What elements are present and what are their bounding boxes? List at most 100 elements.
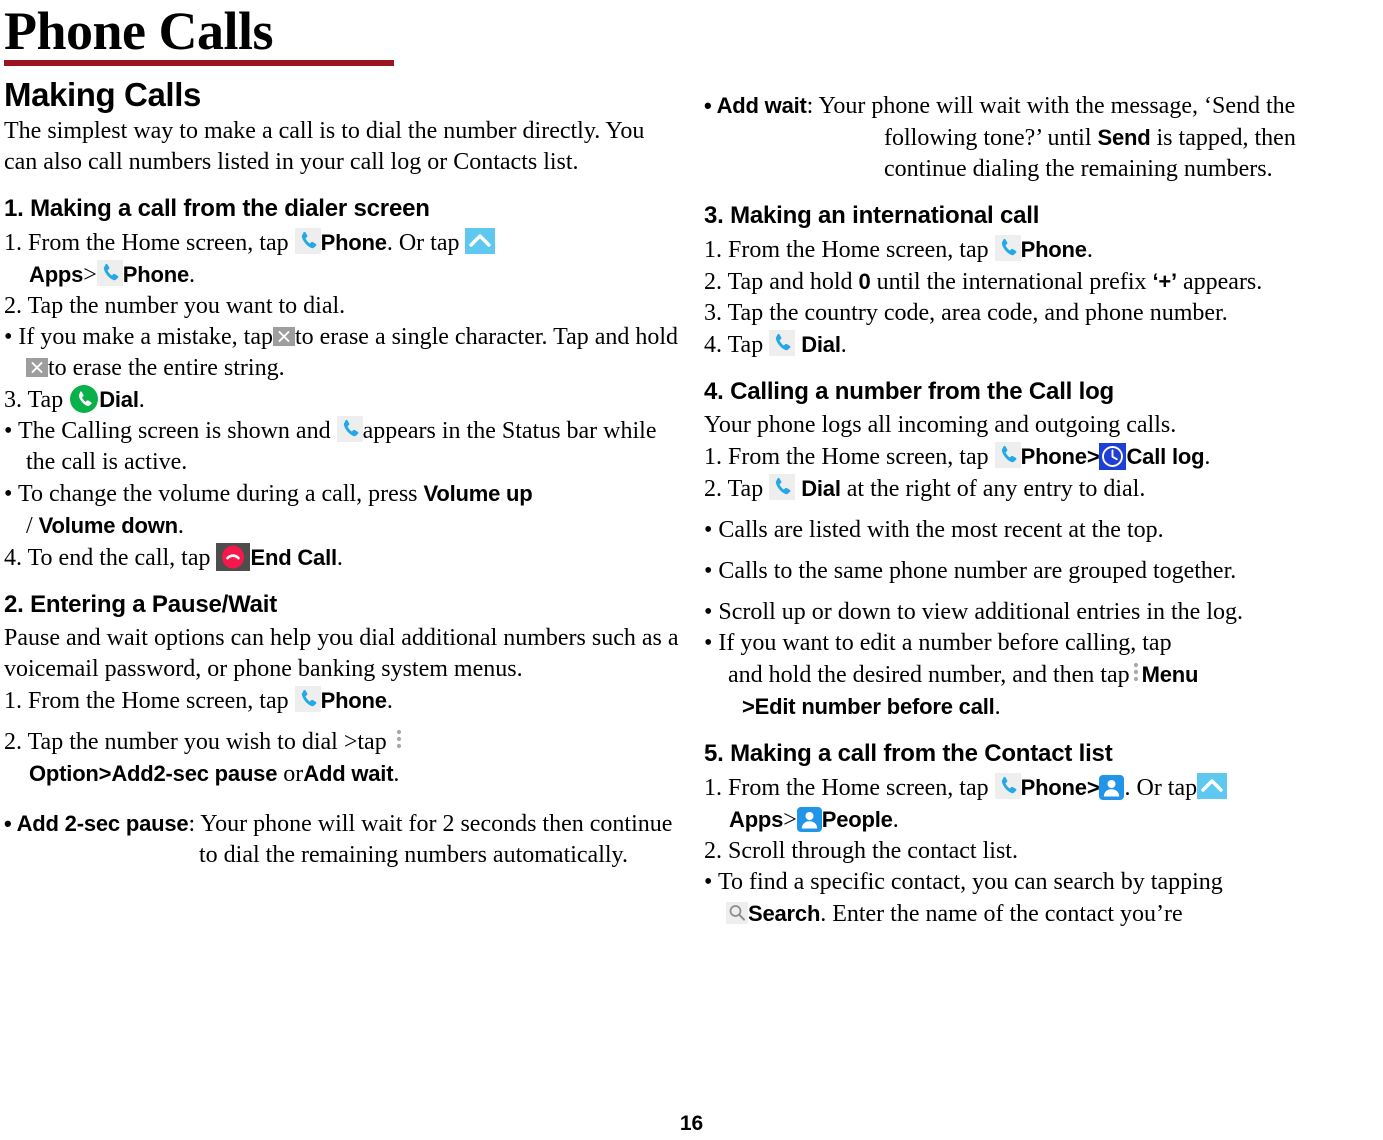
step4-item1-period: . [1204,444,1211,470]
option-label[interactable]: Option [29,761,99,786]
step4-intro: Your phone logs all incoming and outgoin… [704,412,1177,438]
step1-item1-phone-label[interactable]: Phone [321,230,387,255]
call-log-clock-icon[interactable] [1099,443,1127,470]
step4-bullet-4: • If you want to edit a number before ca… [704,628,1377,659]
people-contact-icon[interactable] [1099,775,1125,800]
step3-item4-dial-label[interactable]: Dial [801,332,841,357]
phone-handset-icon [769,330,796,356]
step4-bullet4-period: . [994,694,1001,720]
step4-item2-dial-label[interactable]: Dial [801,476,841,501]
step1-bullet-1: • If you make a mistake, tap to erase a … [4,322,680,384]
bullet-add-2-sec-pause-text: : Your phone will wait for 2 seconds the… [188,811,673,868]
search-magnifier-icon[interactable] [726,902,748,924]
step5-bullet-1: • To find a specific contact, you can se… [704,867,1377,930]
step1-item-4: 4. To end the call, tap End Call. [4,542,680,574]
step1-bullet-3: • To change the volume during a call, pr… [4,478,680,542]
step5-item1-text-a: 1. From the Home screen, tap [704,775,989,801]
two-column-layout: Making Calls The simplest way to make a … [0,66,1383,930]
call-log-label[interactable]: Call log [1126,444,1204,469]
section-heading-making-calls: Making Calls [4,76,201,113]
step1-bullet3-text-a: • To change the volume during a call, pr… [4,481,418,507]
page-number: 16 [679,1112,704,1135]
step3-item1-phone-label[interactable]: Phone [1021,237,1087,262]
step5-bullet1-text-a: • To find a specific contact, you can se… [704,869,1223,895]
volume-down-label: Volume down [38,513,178,538]
menu-three-dots-icon[interactable] [393,727,405,753]
phone-handset-icon [769,474,796,500]
step2-bullet-add-2-sec-pause: • Add 2-sec pause: Your phone will wait … [4,808,680,871]
step4-bullet4-gt: > [742,694,755,719]
step1-item1-gt: > [83,262,97,288]
search-label[interactable]: Search [748,901,820,926]
step4-bullet4-text-a: • If you want to edit a number before ca… [704,630,1172,656]
backspace-erase-icon[interactable] [26,358,48,377]
step1-item3-dial-label[interactable]: Dial [99,387,139,412]
step1-bullet1-text-a: • If you make a mistake, tap [4,324,273,350]
step2-item1-period: . [386,688,393,714]
step4-item1-gt: > [1086,444,1100,469]
step2-item2-text-a: 2. Tap the number you wish to dial >tap [4,729,387,755]
step4-item-1: 1. From the Home screen, tap Phone> Call… [704,441,1377,473]
step2-item2-gt: > [98,761,112,786]
edit-number-before-call-label[interactable]: Edit number before call [755,694,995,719]
step1-item-1: 1. From the Home screen, tap Phone. Or t… [4,227,680,291]
step1-item1-apps-label[interactable]: Apps [29,262,83,287]
step2-item2-period: . [393,761,400,787]
step1-bullet3-period: . [177,513,184,539]
dial-green-circle-icon[interactable] [69,384,99,414]
step1-item-2: 2. Tap the number you want to dial. [4,293,346,319]
step1-item1-text-a: 1. From the Home screen, tap [4,230,289,256]
step1-bullet-2: • The Calling screen is shown and appear… [4,416,680,478]
end-call-red-icon[interactable] [216,543,251,571]
step3-item1-text-a: 1. From the Home screen, tap [704,237,989,263]
step1-item1-period: . [188,262,195,288]
step3-item1-period: . [1086,237,1093,263]
phone-handset-icon [294,686,321,712]
step4-bullet-1: • Calls are listed with the most recent … [704,517,1164,543]
step2-item1-text-a: 1. From the Home screen, tap [4,688,289,714]
step5-apps-label[interactable]: Apps [729,807,783,832]
step2-item-1: 1. From the Home screen, tap Phone. [4,685,680,717]
apps-chevron-up-icon[interactable] [465,228,496,254]
step3-item4-text-a: 4. Tap [704,332,764,358]
bullet-add-2-sec-pause-label: • Add 2-sec pause [4,811,189,836]
step5-item1-text-b: . Or tap [1124,775,1198,801]
menu-three-dots-icon[interactable] [1130,660,1142,686]
backspace-erase-icon[interactable] [272,327,295,346]
phone-handset-icon [336,416,363,442]
step2-item1-phone-label[interactable]: Phone [321,688,387,713]
step5-item1-gt2: > [783,807,797,833]
step3-item2-text-b: until the international prefix [876,269,1147,295]
right-column: • Add wait: Your phone will wait with th… [690,66,1383,930]
step2-item-2: 2. Tap the number you wish to dial >tap … [4,727,680,790]
people-label[interactable]: People [822,807,893,832]
page-title: Phone Calls [4,1,274,61]
add-wait-label[interactable]: Add wait [303,761,393,786]
step5-item1-gt: > [1086,775,1100,800]
step5-item1-phone-label[interactable]: Phone [1021,775,1087,800]
step3-item-4: 4. Tap Dial. [704,329,1377,361]
phone-handset-icon [96,260,123,286]
digit-zero-key[interactable]: 0 [859,269,871,294]
step1-item-3: 3. Tap Dial. [4,384,680,416]
plus-prefix-label: ‘+’ [1152,269,1178,294]
people-contact-icon[interactable] [796,807,822,832]
intro-paragraph: The simplest way to make a call is to di… [4,118,645,175]
step3-item-3: 3. Tap the country code, area code, and … [704,300,1228,326]
step4-item1-phone-label[interactable]: Phone [1021,444,1087,469]
step1-bullet3-slash: / [26,513,33,539]
apps-chevron-up-icon[interactable] [1197,773,1228,799]
step1-item1-phone2-label[interactable]: Phone [123,262,189,287]
step4-bullet-4-cont: and hold the desired number, and then ta… [728,659,1377,723]
send-label[interactable]: Send [1098,125,1151,150]
end-call-label[interactable]: End Call [250,545,337,570]
phone-handset-icon [994,235,1021,261]
menu-label[interactable]: Menu [1142,662,1199,687]
step3-item-1: 1. From the Home screen, tap Phone. [704,234,1377,266]
add-2-sec-pause-label[interactable]: Add2-sec pause [111,761,277,786]
left-column: Making Calls The simplest way to make a … [0,66,690,871]
volume-up-label: Volume up [423,481,533,506]
